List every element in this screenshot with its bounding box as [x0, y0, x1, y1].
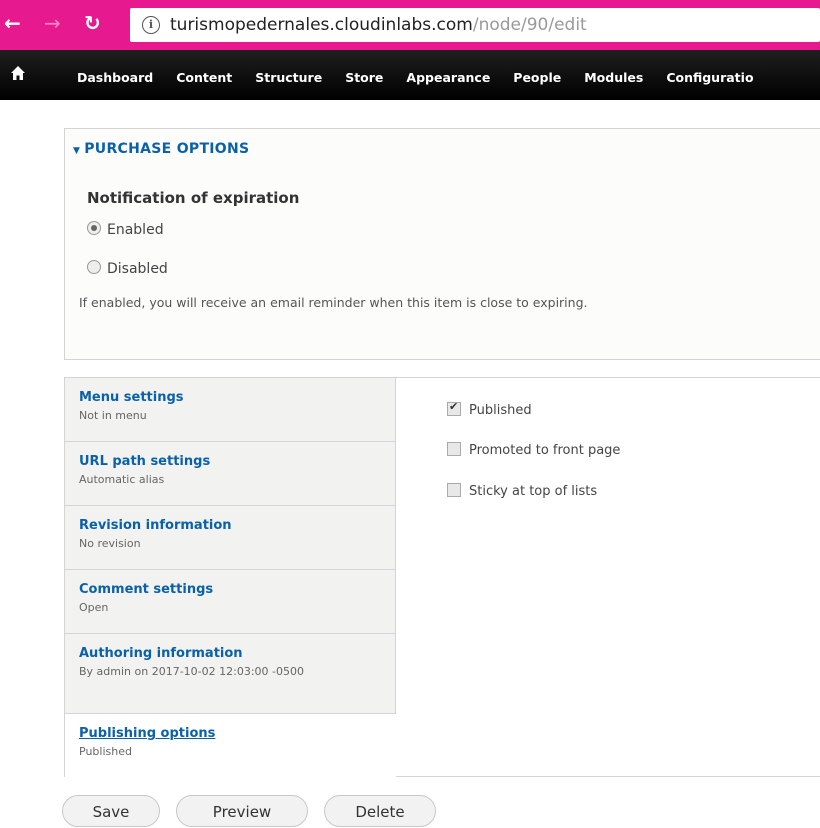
toolbar-item-modules[interactable]: Modules: [584, 70, 643, 85]
admin-toolbar: Dashboard Content Structure Store Appearance…: [0, 50, 820, 100]
tab-url-path-settings[interactable]: URL path settings Automatic alias: [65, 442, 396, 506]
checkbox-sticky[interactable]: Sticky at top of lists: [447, 483, 597, 499]
tab-title[interactable]: Comment settings: [79, 582, 213, 597]
radio-disabled[interactable]: Disabled: [87, 260, 168, 277]
caret-down-icon: ▼: [73, 146, 81, 156]
purchase-options-legend[interactable]: ▼ PURCHASE OPTIONS: [73, 141, 249, 157]
tab-menu-settings[interactable]: Menu settings Not in menu: [65, 378, 396, 442]
home-icon[interactable]: [10, 65, 28, 83]
toolbar-item-configuration[interactable]: Configuratio: [666, 70, 753, 85]
forward-arrow-icon[interactable]: →: [44, 11, 61, 35]
toolbar-item-structure[interactable]: Structure: [255, 70, 322, 85]
reload-icon[interactable]: ↻: [84, 11, 101, 35]
radio-label: Disabled: [107, 261, 168, 277]
radio-enabled[interactable]: Enabled: [87, 221, 164, 238]
notification-description: If enabled, you will receive an email re…: [79, 295, 588, 310]
delete-button[interactable]: Delete: [324, 795, 436, 827]
url-text[interactable]: turismopedernales.cloudinlabs.com/node/9…: [170, 15, 587, 35]
preview-button[interactable]: Preview: [176, 795, 308, 827]
toolbar-item-dashboard[interactable]: Dashboard: [77, 70, 153, 85]
tab-summary: Not in menu: [79, 409, 147, 422]
vertical-tabs: Menu settings Not in menu URL path setti…: [64, 377, 820, 778]
tab-summary: By admin on 2017-10-02 12:03:00 -0500: [79, 665, 305, 678]
checkbox[interactable]: [447, 483, 461, 497]
tab-title[interactable]: Publishing options: [79, 726, 215, 741]
tab-comment-settings[interactable]: Comment settings Open: [65, 570, 396, 634]
toolbar-item-appearance[interactable]: Appearance: [406, 70, 490, 85]
back-arrow-icon[interactable]: ←: [4, 11, 21, 35]
checkbox-label: Published: [469, 403, 532, 418]
checkbox-promoted[interactable]: Promoted to front page: [447, 442, 620, 458]
radio-button[interactable]: [87, 221, 101, 235]
toolbar-item-store[interactable]: Store: [345, 70, 383, 85]
checkbox[interactable]: [447, 442, 461, 456]
tab-publishing-options[interactable]: Publishing options Published: [65, 714, 396, 778]
browser-chrome: ← → ↻ i turismopedernales.cloudinlabs.co…: [0, 0, 820, 50]
tab-summary: Automatic alias: [79, 473, 165, 486]
notification-title: Notification of expiration: [87, 189, 300, 207]
tab-title[interactable]: Menu settings: [79, 390, 184, 405]
toolbar-item-content[interactable]: Content: [176, 70, 232, 85]
checkbox-label: Promoted to front page: [469, 443, 621, 458]
tab-summary: No revision: [79, 537, 141, 550]
tab-summary: Published: [79, 745, 132, 758]
toolbar-item-people[interactable]: People: [513, 70, 561, 85]
tab-authoring-information[interactable]: Authoring information By admin on 2017-1…: [65, 634, 396, 714]
checkbox-published[interactable]: Published: [447, 400, 532, 418]
tab-summary: Open: [79, 601, 109, 614]
address-bar[interactable]: i turismopedernales.cloudinlabs.com/node…: [130, 8, 820, 42]
url-host: turismopedernales.cloudinlabs.com: [170, 15, 473, 35]
info-icon[interactable]: i: [142, 16, 160, 34]
radio-label: Enabled: [107, 222, 164, 238]
tab-title[interactable]: URL path settings: [79, 454, 210, 469]
purchase-options-fieldset: ▼ PURCHASE OPTIONS Notification of expira…: [64, 128, 820, 360]
save-button[interactable]: Save: [62, 795, 160, 827]
url-path: /node/90/edit: [472, 15, 587, 35]
radio-button[interactable]: [87, 260, 101, 274]
tab-title[interactable]: Revision information: [79, 518, 232, 533]
purchase-options-legend-label: PURCHASE OPTIONS: [84, 141, 250, 157]
tab-revision-information[interactable]: Revision information No revision: [65, 506, 396, 570]
checkbox[interactable]: [447, 400, 461, 416]
tab-title[interactable]: Authoring information: [79, 646, 243, 661]
checkbox-label: Sticky at top of lists: [469, 484, 598, 499]
toolbar-menu: Dashboard Content Structure Store Appearance…: [77, 67, 777, 86]
